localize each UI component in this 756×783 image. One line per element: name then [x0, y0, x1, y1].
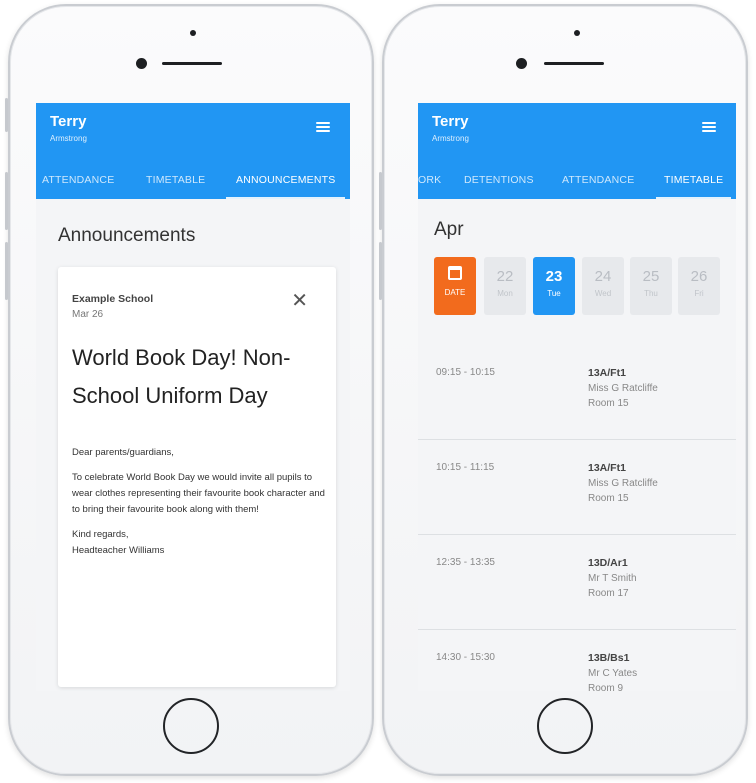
announcement-signoff: Kind regards,	[72, 529, 129, 540]
lesson-row[interactable]: 14:30 - 15:30 13B/Bs1 Mr C Yates Room 9	[418, 630, 736, 691]
day-number: 24	[594, 268, 612, 285]
tab-timetable[interactable]: TIMETABLE	[146, 165, 205, 199]
lesson-time: 10:15 - 11:15	[436, 462, 495, 473]
day-of-week: Tue	[547, 289, 561, 298]
timetable-content: Apr DATE 22 Mon 23 Tue 24 Wed 25 Thu 26 …	[418, 199, 736, 691]
day-22[interactable]: 22 Mon	[484, 257, 526, 315]
day-of-week: Thu	[644, 289, 658, 298]
lesson-room: Room 17	[588, 588, 629, 599]
calendar-icon	[448, 266, 462, 280]
close-icon[interactable]: ✕	[291, 291, 308, 311]
tab-attendance[interactable]: ATTENDANCE	[562, 165, 634, 199]
tab-bar: ATTENDANCE TIMETABLE ANNOUNCEMENTS	[36, 165, 350, 199]
front-camera	[574, 30, 580, 36]
tab-attendance[interactable]: ATTENDANCE	[42, 165, 114, 199]
lesson-list: 09:15 - 10:15 13A/Ft1 Miss G Ratcliffe R…	[418, 345, 736, 691]
hamburger-menu-icon[interactable]	[316, 122, 330, 132]
announcement-school: Example School	[72, 293, 154, 305]
front-camera	[190, 30, 196, 36]
announcement-body: Dear parents/guardians, To celebrate Wor…	[72, 445, 330, 568]
lesson-row[interactable]: 10:15 - 11:15 13A/Ft1 Miss G Ratcliffe R…	[418, 440, 736, 535]
phone-right: Terry Armstrong ORK DETENTIONS ATTENDANC…	[379, 4, 748, 776]
day-of-week: Mon	[497, 289, 513, 298]
tab-timetable[interactable]: TIMETABLE	[656, 165, 732, 199]
lesson-room: Room 15	[588, 398, 629, 409]
page-title: Announcements	[58, 225, 196, 246]
mute-switch	[5, 98, 8, 132]
hamburger-menu-icon[interactable]	[702, 122, 716, 132]
earpiece-speaker	[544, 62, 604, 65]
proximity-sensor	[516, 58, 527, 69]
volume-up-button	[5, 172, 8, 230]
day-number: 23	[545, 268, 563, 285]
day-24[interactable]: 24 Wed	[582, 257, 624, 315]
announcement-signature: Headteacher Williams	[72, 545, 165, 556]
volume-down-button	[5, 242, 8, 300]
date-picker-label: DATE	[444, 288, 466, 297]
tab-announcements[interactable]: ANNOUNCEMENTS	[226, 165, 346, 199]
announcement-date: Mar 26	[72, 309, 104, 320]
app-header: Terry Armstrong ATTENDANCE TIMETABLE ANN…	[36, 103, 350, 199]
screen-announcements: Terry Armstrong ATTENDANCE TIMETABLE ANN…	[36, 103, 350, 691]
volume-down-button	[379, 242, 382, 300]
announcement-card: Example School Mar 26 ✕ World Book Day! …	[58, 267, 336, 687]
day-25[interactable]: 25 Thu	[630, 257, 672, 315]
home-button[interactable]	[537, 698, 593, 754]
tab-bar: ORK DETENTIONS ATTENDANCE TIMETABLE	[418, 165, 736, 199]
tab-detentions[interactable]: DETENTIONS	[464, 165, 534, 199]
lesson-room: Room 15	[588, 493, 629, 504]
day-number: 25	[642, 268, 660, 285]
day-of-week: Fri	[694, 289, 704, 298]
lesson-teacher: Miss G Ratcliffe	[588, 383, 658, 394]
lesson-class: 13B/Bs1	[588, 652, 630, 664]
screen-timetable: Terry Armstrong ORK DETENTIONS ATTENDANC…	[418, 103, 736, 691]
lesson-class: 13A/Ft1	[588, 462, 626, 474]
phone-left: Terry Armstrong ATTENDANCE TIMETABLE ANN…	[5, 4, 374, 776]
user-first-name: Terry	[50, 113, 87, 130]
lesson-time: 12:35 - 13:35	[436, 557, 495, 568]
proximity-sensor	[136, 58, 147, 69]
lesson-teacher: Mr C Yates	[588, 668, 638, 679]
announcements-content: Announcements Example School Mar 26 ✕ Wo…	[36, 199, 350, 691]
home-button[interactable]	[163, 698, 219, 754]
day-number: 22	[496, 268, 514, 285]
lesson-teacher: Mr T Smith	[588, 573, 637, 584]
day-23[interactable]: 23 Tue	[533, 257, 575, 315]
lesson-row[interactable]: 12:35 - 13:35 13D/Ar1 Mr T Smith Room 17	[418, 535, 736, 630]
day-number: 26	[690, 268, 708, 285]
lesson-time: 09:15 - 10:15	[436, 367, 495, 378]
lesson-teacher: Miss G Ratcliffe	[588, 478, 658, 489]
announcement-title: World Book Day! Non-School Uniform Day	[72, 345, 291, 408]
lesson-row[interactable]: 09:15 - 10:15 13A/Ft1 Miss G Ratcliffe R…	[418, 345, 736, 440]
date-picker-button[interactable]: DATE	[434, 257, 476, 315]
stage: Terry Armstrong ATTENDANCE TIMETABLE ANN…	[0, 0, 756, 783]
announcement-text: To celebrate World Book Day we would inv…	[72, 472, 325, 515]
lesson-time: 14:30 - 15:30	[436, 652, 495, 663]
tab-homework[interactable]: ORK	[418, 165, 441, 199]
user-last-name: Armstrong	[432, 134, 469, 143]
lesson-class: 13D/Ar1	[588, 557, 628, 569]
lesson-class: 13A/Ft1	[588, 367, 626, 379]
day-26[interactable]: 26 Fri	[678, 257, 720, 315]
user-last-name: Armstrong	[50, 134, 87, 143]
volume-up-button	[379, 172, 382, 230]
user-first-name: Terry	[432, 113, 469, 130]
day-of-week: Wed	[594, 289, 612, 298]
earpiece-speaker	[162, 62, 222, 65]
month-label: Apr	[434, 219, 464, 240]
app-header: Terry Armstrong ORK DETENTIONS ATTENDANC…	[418, 103, 736, 199]
lesson-room: Room 9	[588, 683, 624, 691]
announcement-greeting: Dear parents/guardians,	[72, 447, 174, 458]
